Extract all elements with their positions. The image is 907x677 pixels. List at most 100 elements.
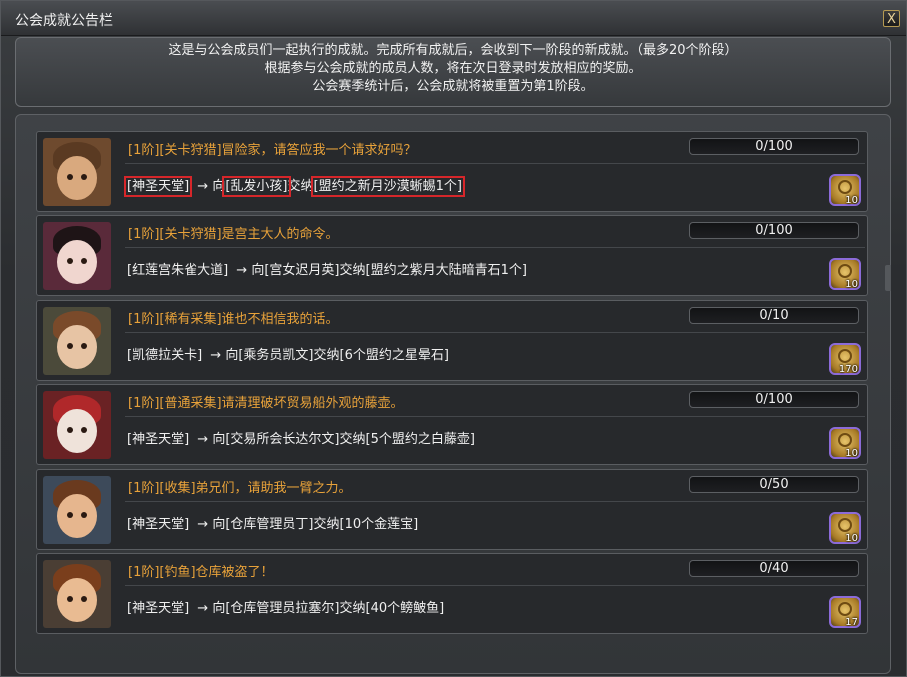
achievement-title: [1阶][关卡狩猎]冒险家，请答应我一个请求好吗？ xyxy=(128,143,417,158)
arrow-icon: → xyxy=(236,263,248,279)
progress-bar: 0/50 xyxy=(689,475,859,493)
achievement-header: [1阶][关卡狩猎]冒险家，请答应我一个请求好吗？ 0/100 xyxy=(125,132,865,164)
task-to-prefix: 向 xyxy=(212,516,226,532)
progress-text: 0/100 xyxy=(755,392,793,408)
achievement-header: [1阶][关卡狩猎]是宫主大人的命令。 0/100 xyxy=(125,216,865,249)
arrow-icon: → xyxy=(197,179,209,194)
reward-count: 10 xyxy=(845,279,858,291)
task-item: [5个盟约之白藤壶] xyxy=(365,432,475,448)
reward-coin-icon[interactable]: 10 xyxy=(829,427,861,460)
npc-portrait xyxy=(43,306,111,375)
reward-count: 170 xyxy=(838,363,858,375)
coin-emblem-icon xyxy=(838,180,852,194)
progress-bar: 0/40 xyxy=(689,560,859,577)
npc-portrait xyxy=(43,222,111,291)
achievement-header: [1阶][收集]弟兄们，请助我一臂之力。 0/50 xyxy=(125,470,865,502)
task-verb: 交纳 xyxy=(339,432,366,448)
window-title: 公会成就公告栏 xyxy=(15,13,113,29)
progress-bar: 0/10 xyxy=(689,306,859,324)
task-npc: [仓库管理员丁] xyxy=(225,516,314,532)
coin-emblem-icon xyxy=(838,348,852,363)
task-verb: 交纳 xyxy=(287,179,314,194)
achievement-list: [1阶][关卡狩猎]冒险家，请答应我一个请求好吗？ 0/100 [神圣天堂] →… xyxy=(15,114,891,674)
progress-text: 0/40 xyxy=(759,561,789,576)
task-item: [6个盟约之星晕石] xyxy=(339,347,449,363)
achievement-entry: [1阶][稀有采集]谁也不相信我的话。 0/10 [凯德拉关卡] → 向[乘务员… xyxy=(36,299,868,381)
task-description: [神圣天堂] → 向[仓库管理员拉塞尔]交纳[40个鳑鲏鱼] xyxy=(127,597,444,616)
achievement-title: [1阶][稀有采集]谁也不相信我的话。 xyxy=(128,311,339,327)
achievement-title: [1阶][收集]弟兄们，请助我一臂之力。 xyxy=(128,480,352,496)
npc-portrait xyxy=(43,391,111,460)
close-button[interactable]: X xyxy=(883,10,900,27)
guild-achievement-window: 公会成就公告栏 X 这是与公会成员们一起执行的成就。完成所有成就后，会收到下一阶… xyxy=(0,0,907,677)
progress-bar: 0/100 xyxy=(689,391,859,409)
notice-line: 根据参与公会成就的成员人数，将在次日登录时发放相应的奖励。 xyxy=(264,61,642,76)
reward-coin-icon[interactable]: 17 xyxy=(829,596,861,628)
achievement-header: [1阶][钓鱼]仓库被盗了！ 0/40 xyxy=(125,554,865,586)
progress-text: 0/10 xyxy=(759,307,789,323)
task-verb: 交纳 xyxy=(339,601,366,616)
task-to-prefix: 向 xyxy=(212,179,226,194)
task-item: [40个鳑鲏鱼] xyxy=(365,601,445,616)
task-description: [神圣天堂] → 向[交易所会长达尔文]交纳[5个盟约之白藤壶] xyxy=(127,428,475,447)
reward-coin-icon[interactable]: 10 xyxy=(829,258,861,291)
task-location: [神圣天堂] xyxy=(127,516,190,532)
progress-text: 0/100 xyxy=(755,139,793,154)
task-verb: 交纳 xyxy=(313,516,340,532)
reward-count: 17 xyxy=(845,617,858,628)
notice-panel: 这是与公会成员们一起执行的成就。完成所有成就后，会收到下一阶段的新成就。（最多2… xyxy=(15,37,891,107)
task-npc: [交易所会长达尔文] xyxy=(225,432,340,448)
task-npc: [宫女迟月英] xyxy=(264,263,340,279)
achievement-header: [1阶][普通采集]请清理破坏贸易船外观的藤壶。 0/100 xyxy=(125,385,865,418)
npc-portrait xyxy=(43,138,111,206)
scrollbar-handle[interactable] xyxy=(885,265,891,291)
achievement-entry: [1阶][关卡狩猎]是宫主大人的命令。 0/100 [红莲宫朱雀大道] → 向[… xyxy=(36,215,868,297)
task-to-prefix: 向 xyxy=(212,601,226,616)
arrow-icon: → xyxy=(197,432,209,448)
progress-bar: 0/100 xyxy=(689,138,859,155)
progress-text: 0/100 xyxy=(755,223,793,239)
progress-bar: 0/100 xyxy=(689,222,859,240)
task-location: [凯德拉关卡] xyxy=(127,347,203,363)
arrow-icon: → xyxy=(210,347,222,363)
reward-count: 10 xyxy=(845,532,858,544)
coin-emblem-icon xyxy=(838,433,852,448)
task-location: [神圣天堂] xyxy=(127,432,190,448)
coin-emblem-icon xyxy=(838,602,852,616)
coin-emblem-icon xyxy=(838,264,852,279)
task-description: [神圣天堂] → 向[仓库管理员丁]交纳[10个金莲宝] xyxy=(127,513,418,532)
achievement-entry: [1阶][普通采集]请清理破坏贸易船外观的藤壶。 0/100 [神圣天堂] → … xyxy=(36,384,868,466)
reward-coin-icon[interactable]: 170 xyxy=(829,342,861,375)
npc-portrait xyxy=(43,475,111,544)
achievement-entry: [1阶][钓鱼]仓库被盗了！ 0/40 [神圣天堂] → 向[仓库管理员拉塞尔]… xyxy=(36,553,868,634)
task-npc: [仓库管理员拉塞尔] xyxy=(225,601,340,616)
achievement-title: [1阶][钓鱼]仓库被盗了！ xyxy=(128,565,274,580)
task-verb: 交纳 xyxy=(339,263,366,279)
achievement-title: [1阶][关卡狩猎]是宫主大人的命令。 xyxy=(128,227,339,243)
achievement-title: [1阶][普通采集]请清理破坏贸易船外观的藤壶。 xyxy=(128,396,404,412)
task-to-prefix: 向 xyxy=(212,432,226,448)
reward-count: 10 xyxy=(845,195,858,206)
task-location: [红莲宫朱雀大道] xyxy=(127,263,229,279)
arrow-icon: → xyxy=(197,601,209,616)
task-to-prefix: 向 xyxy=(225,347,239,363)
title-bar[interactable]: 公会成就公告栏 X xyxy=(1,1,906,36)
task-location: [神圣天堂] xyxy=(123,176,193,197)
task-npc: [乘务员凯文] xyxy=(238,347,314,363)
task-item: [盟约之新月沙漠蜥蜴1个] xyxy=(310,176,465,197)
task-description: [神圣天堂] → 向[乱发小孩]交纳[盟约之新月沙漠蜥蜴1个] xyxy=(123,175,465,197)
task-npc: [乱发小孩] xyxy=(222,176,291,197)
achievement-entry: [1阶][关卡狩猎]冒险家，请答应我一个请求好吗？ 0/100 [神圣天堂] →… xyxy=(36,131,868,212)
notice-line: 这是与公会成员们一起执行的成就。完成所有成就后，会收到下一阶段的新成就。（最多2… xyxy=(168,43,738,58)
task-description: [红莲宫朱雀大道] → 向[宫女迟月英]交纳[盟约之紫月大陆暗青石1个] xyxy=(127,259,527,278)
reward-coin-icon[interactable]: 10 xyxy=(829,511,861,544)
progress-text: 0/50 xyxy=(759,476,789,492)
notice-line: 公会赛季统计后，公会成就将被重置为第1阶段。 xyxy=(312,79,594,94)
coin-emblem-icon xyxy=(838,517,852,532)
reward-coin-icon[interactable]: 10 xyxy=(829,174,861,206)
task-item: [10个金莲宝] xyxy=(339,516,419,532)
task-item: [盟约之紫月大陆暗青石1个] xyxy=(365,263,527,279)
task-to-prefix: 向 xyxy=(251,263,265,279)
arrow-icon: → xyxy=(197,516,209,532)
achievement-entry: [1阶][收集]弟兄们，请助我一臂之力。 0/50 [神圣天堂] → 向[仓库管… xyxy=(36,468,868,550)
